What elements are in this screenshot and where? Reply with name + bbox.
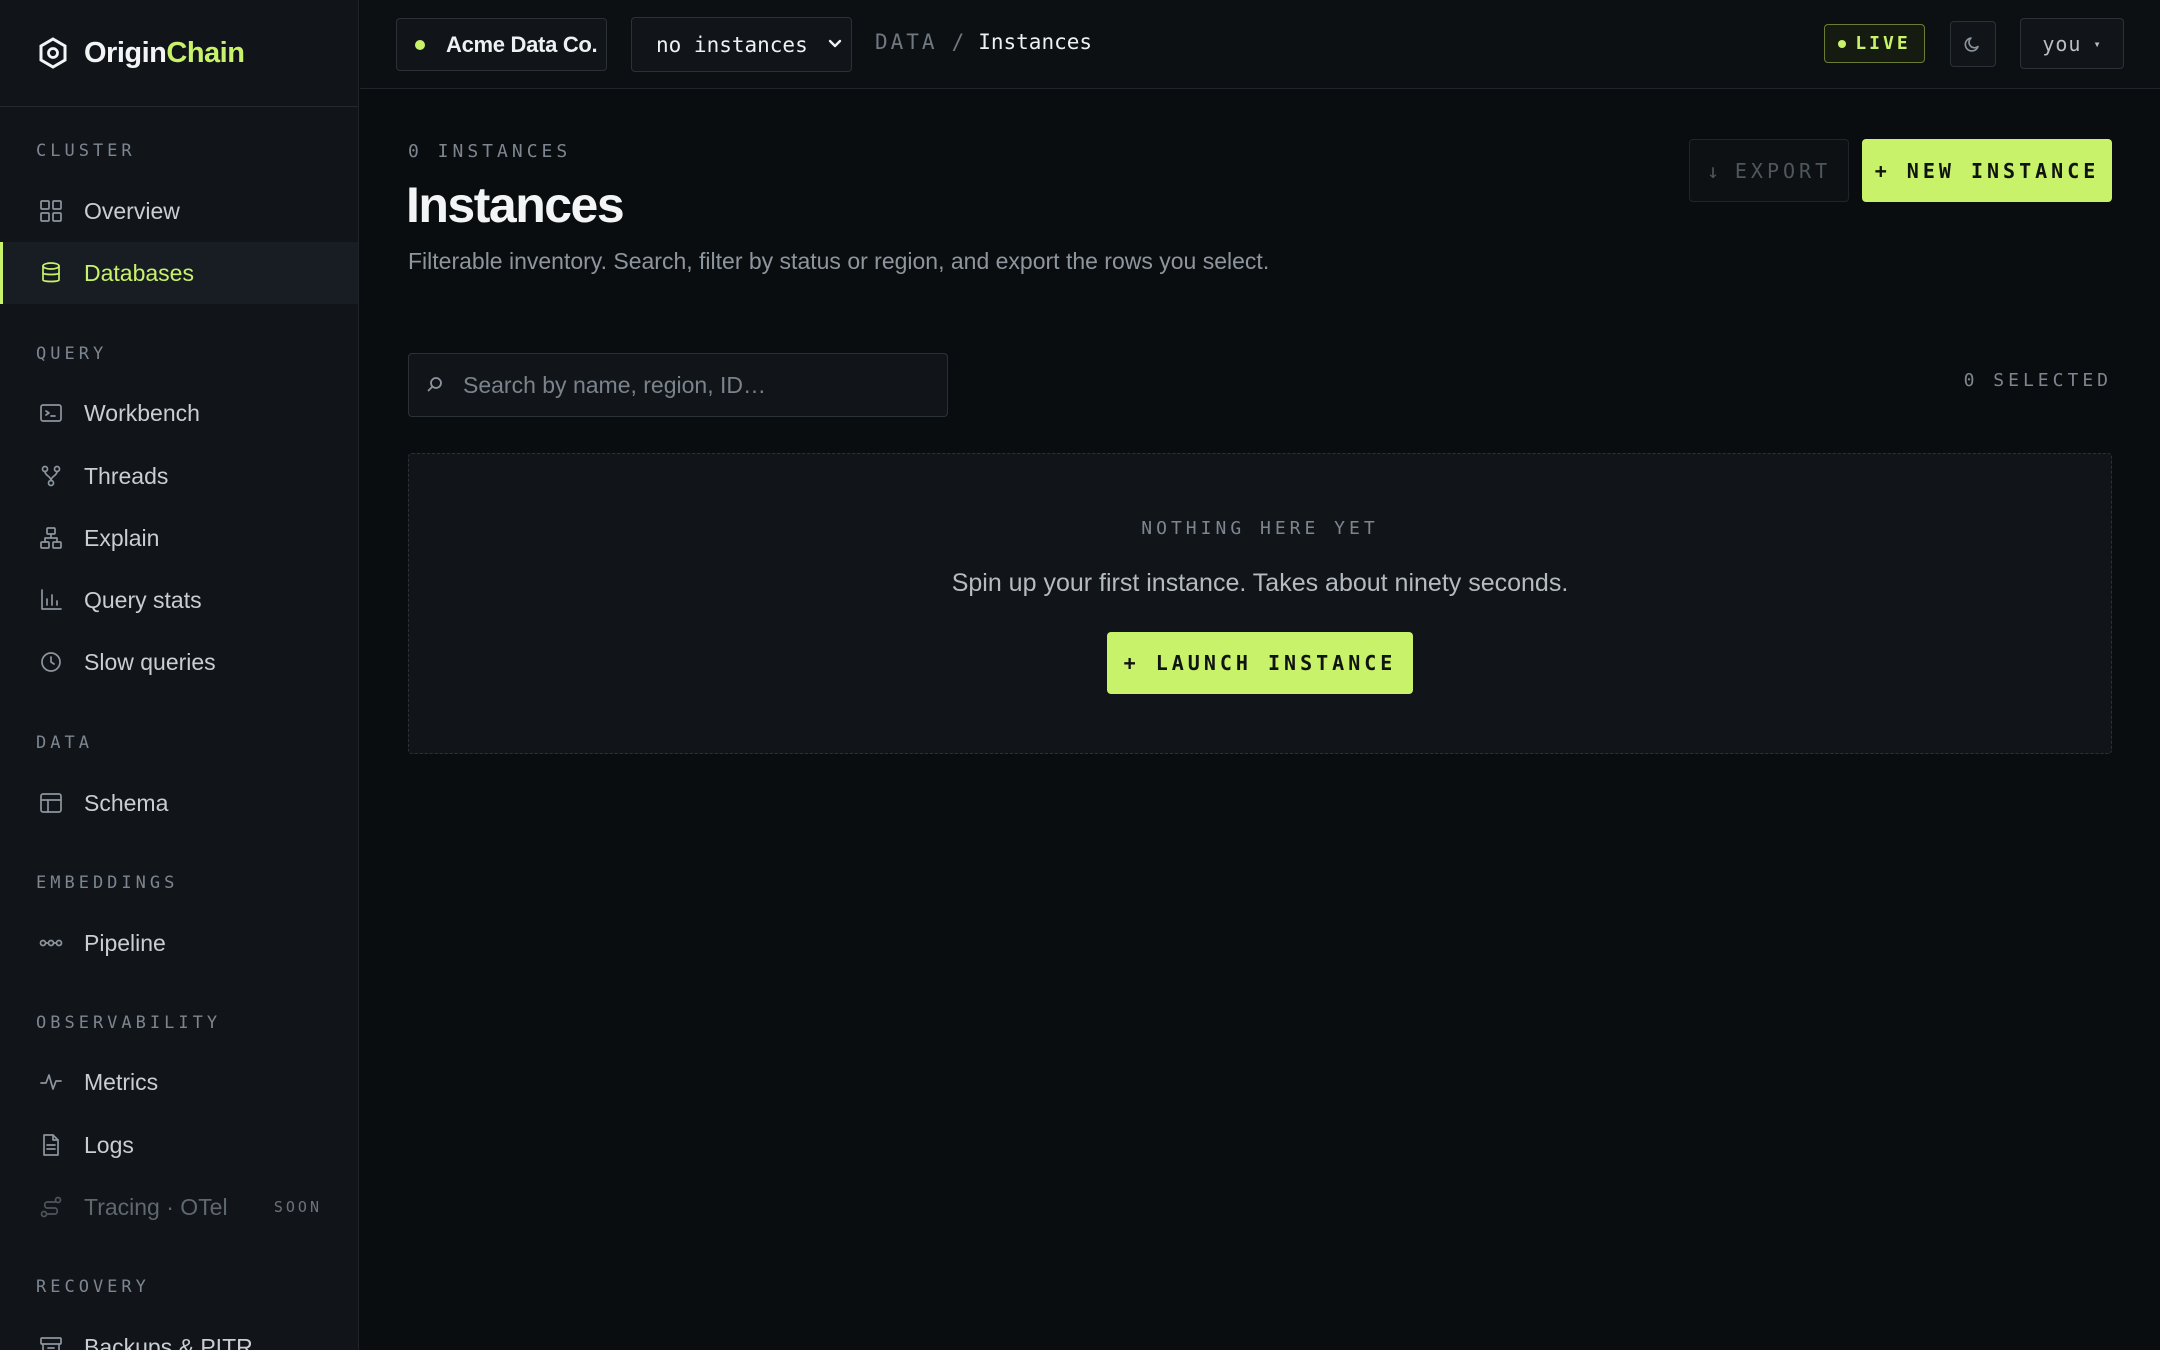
sidebar-item-logs[interactable]: Logs [0,1114,358,1176]
section-label-recovery: RECOVERY [36,1277,150,1297]
section-label-query: QUERY [36,344,108,364]
live-label: LIVE [1855,33,1911,54]
new-instance-button[interactable]: + NEW INSTANCE [1862,139,2112,202]
section-label-data: DATA [36,733,93,753]
sidebar-item-databases[interactable]: Databases [0,242,358,304]
chevron-down-icon [828,39,842,48]
clock-icon [38,649,64,675]
topbar: Acme Data Co. no instances DATA / Instan… [360,0,2160,89]
selected-count: 0 SELECTED [1963,370,2112,391]
sidebar-item-label: Query stats [84,586,202,613]
live-badge: LIVE [1824,24,1925,63]
archive-icon [38,1334,64,1350]
sidebar-item-label: Threads [84,462,169,489]
sidebar-item-explain[interactable]: Explain [0,507,358,569]
breadcrumb-current: Instances [978,30,1093,54]
page-subtitle: Filterable inventory. Search, filter by … [408,248,1270,274]
instance-count: 0 INSTANCES [408,141,572,162]
table-icon [38,790,64,816]
section-label-observability: OBSERVABILITY [36,1013,222,1033]
hierarchy-icon [38,525,64,551]
sidebar-item-overview[interactable]: Overview [0,180,358,242]
terminal-icon [38,400,64,426]
file-icon [38,1132,64,1158]
sidebar-item-label: Backups & PITR [84,1333,253,1350]
breadcrumb-section[interactable]: DATA [875,30,938,54]
sidebar-item-label: Logs [84,1131,134,1158]
pulse-icon [38,1069,64,1095]
arrow-down-icon: ↓ [1706,158,1723,183]
export-button[interactable]: ↓ EXPORT [1689,139,1849,202]
empty-state-kicker: NOTHING HERE YET [1141,518,1379,539]
sidebar-item-label: Tracing · OTel [84,1193,228,1220]
brand-name: OriginChain [84,36,245,69]
search-icon [427,377,442,392]
moon-icon [1964,37,1979,52]
live-dot [1838,39,1847,48]
sidebar-item-schema[interactable]: Schema [0,772,358,834]
instance-select-value: no instances [656,32,808,57]
sidebar-item-label: Workbench [84,399,200,426]
breadcrumb-separator: / [951,30,965,54]
database-icon [38,260,64,286]
sidebar-item-label: Slow queries [84,648,216,675]
caret-down-icon: ▾ [2093,36,2102,51]
route-icon [38,1194,64,1220]
org-status-dot [415,39,425,50]
grid-icon [38,198,64,224]
sidebar-item-label: Schema [84,789,169,816]
sidebar-item-slow-queries[interactable]: Slow queries [0,631,358,693]
org-name: Acme Data Co. [446,31,598,57]
sidebar-item-tracing: Tracing · OTel SOON [0,1176,358,1238]
sidebar-item-label: Explain [84,524,160,551]
section-label-embeddings: EMBEDDINGS [36,873,179,893]
user-label: you [2042,31,2082,56]
search-box[interactable] [408,353,948,417]
launch-instance-button[interactable]: + LAUNCH INSTANCE [1107,632,1413,694]
sidebar-item-label: Overview [84,197,180,224]
sidebar-item-label: Databases [84,259,194,286]
bar-chart-icon [38,587,64,613]
search-input[interactable] [463,371,943,399]
sidebar-item-label: Metrics [84,1068,159,1095]
sidebar-item-metrics[interactable]: Metrics [0,1051,358,1113]
empty-state-message: Spin up your first instance. Takes about… [951,569,1569,597]
soon-badge: SOON [273,1198,322,1216]
sidebar-item-backups[interactable]: Backups & PITR [0,1316,358,1350]
section-label-cluster: CLUSTER [36,141,136,161]
sidebar-item-query-stats[interactable]: Query stats [0,569,358,631]
theme-toggle-button[interactable] [1950,21,1996,67]
instance-select[interactable]: no instances [631,17,852,72]
fork-icon [38,463,64,489]
breadcrumb: DATA / Instances [875,30,1092,54]
sidebar-item-threads[interactable]: Threads [0,445,358,507]
brand[interactable]: OriginChain [0,0,358,107]
sidebar-item-workbench[interactable]: Workbench [0,382,358,444]
pipeline-icon [38,930,64,956]
page-title: Instances [406,177,625,233]
hexagon-logo-icon [39,37,67,69]
sidebar-item-pipeline[interactable]: Pipeline [0,912,358,974]
org-switcher[interactable]: Acme Data Co. [396,18,607,71]
export-label: EXPORT [1734,158,1832,183]
sidebar: OriginChain CLUSTER Overview Databases Q… [0,0,359,1350]
user-menu-button[interactable]: you ▾ [2020,18,2124,69]
empty-state: NOTHING HERE YET Spin up your first inst… [408,453,2112,754]
sidebar-item-label: Pipeline [84,929,166,956]
